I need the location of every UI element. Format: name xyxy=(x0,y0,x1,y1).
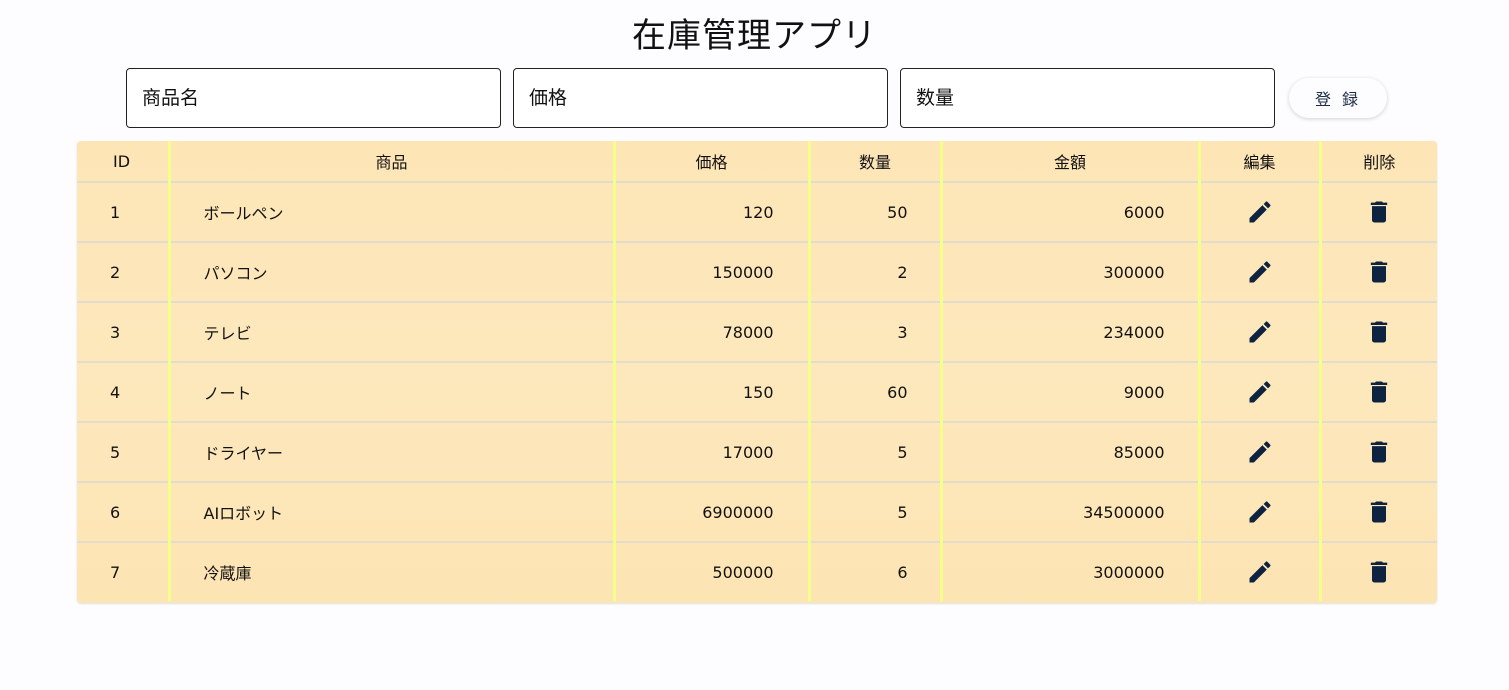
trash-icon[interactable] xyxy=(1365,498,1393,526)
cell-id: 6 xyxy=(77,482,169,543)
cell-id: 3 xyxy=(77,302,169,363)
product-form: 登 録 xyxy=(126,68,1387,128)
table-row: 2 パソコン 150000 2 300000 xyxy=(77,242,1437,303)
cell-edit xyxy=(1197,362,1320,423)
cell-edit xyxy=(1197,182,1320,243)
table-header-row: ID 商品 価格 数量 金額 編集 削除 xyxy=(77,141,1437,183)
trash-icon[interactable] xyxy=(1365,198,1393,226)
cell-name: 冷蔵庫 xyxy=(167,542,614,601)
cell-name: AIロボット xyxy=(167,482,614,543)
cell-delete xyxy=(1318,242,1437,303)
header-id: ID xyxy=(77,141,169,183)
cell-delete xyxy=(1318,542,1437,601)
product-name-input[interactable] xyxy=(126,68,501,128)
cell-name: パソコン xyxy=(167,242,614,303)
cell-amount: 85000 xyxy=(939,422,1199,483)
pencil-icon[interactable] xyxy=(1246,438,1274,466)
table-row: 4 ノート 150 60 9000 xyxy=(77,362,1437,423)
trash-icon[interactable] xyxy=(1365,558,1393,586)
cell-edit xyxy=(1197,302,1320,363)
cell-quantity: 3 xyxy=(807,302,941,363)
cell-edit xyxy=(1197,482,1320,543)
trash-icon[interactable] xyxy=(1365,438,1393,466)
cell-delete xyxy=(1318,482,1437,543)
trash-icon[interactable] xyxy=(1365,318,1393,346)
cell-name: ドライヤー xyxy=(167,422,614,483)
table-row: 6 AIロボット 6900000 5 34500000 xyxy=(77,482,1437,543)
table-row: 5 ドライヤー 17000 5 85000 xyxy=(77,422,1437,483)
cell-price: 6900000 xyxy=(612,482,809,543)
cell-name: ボールペン xyxy=(167,182,614,243)
table-row: 1 ボールペン 120 50 6000 xyxy=(77,182,1437,243)
cell-price: 500000 xyxy=(612,542,809,601)
cell-price: 120 xyxy=(612,182,809,243)
inventory-table: ID 商品 価格 数量 金額 編集 削除 1 ボールペン 120 50 6000 xyxy=(77,141,1437,601)
price-input[interactable] xyxy=(513,68,888,128)
cell-id: 1 xyxy=(77,182,169,243)
cell-price: 78000 xyxy=(612,302,809,363)
quantity-input[interactable] xyxy=(900,68,1275,128)
cell-delete xyxy=(1318,302,1437,363)
cell-name: テレビ xyxy=(167,302,614,363)
cell-amount: 3000000 xyxy=(939,542,1199,601)
header-price: 価格 xyxy=(612,141,809,183)
page-title: 在庫管理アプリ xyxy=(632,16,877,56)
cell-amount: 34500000 xyxy=(939,482,1199,543)
cell-amount: 234000 xyxy=(939,302,1199,363)
cell-delete xyxy=(1318,422,1437,483)
cell-edit xyxy=(1197,542,1320,601)
cell-name: ノート xyxy=(167,362,614,423)
inventory-table-container: ID 商品 価格 数量 金額 編集 削除 1 ボールペン 120 50 6000 xyxy=(77,141,1437,603)
trash-icon[interactable] xyxy=(1365,378,1393,406)
cell-quantity: 2 xyxy=(807,242,941,303)
pencil-icon[interactable] xyxy=(1246,378,1274,406)
pencil-icon[interactable] xyxy=(1246,198,1274,226)
pencil-icon[interactable] xyxy=(1246,498,1274,526)
cell-quantity: 5 xyxy=(807,482,941,543)
cell-quantity: 50 xyxy=(807,182,941,243)
header-delete: 削除 xyxy=(1318,141,1437,183)
table-row: 7 冷蔵庫 500000 6 3000000 xyxy=(77,542,1437,601)
cell-id: 7 xyxy=(110,562,121,582)
cell-price: 17000 xyxy=(612,422,809,483)
cell-quantity: 6 xyxy=(807,542,941,601)
cell-amount: 9000 xyxy=(939,362,1199,423)
table-body: 1 ボールペン 120 50 6000 2 パソコン 150000 2 3000… xyxy=(77,182,1437,601)
cell-edit xyxy=(1197,422,1320,483)
cell-quantity: 5 xyxy=(807,422,941,483)
cell-price: 150000 xyxy=(612,242,809,303)
cell-amount: 300000 xyxy=(939,242,1199,303)
cell-quantity: 60 xyxy=(807,362,941,423)
header-amount: 金額 xyxy=(939,141,1199,183)
cell-delete xyxy=(1318,182,1437,243)
table-row: 3 テレビ 78000 3 234000 xyxy=(77,302,1437,363)
header-name: 商品 xyxy=(167,141,614,183)
register-button[interactable]: 登 録 xyxy=(1289,78,1387,118)
cell-id: 4 xyxy=(77,362,169,423)
pencil-icon[interactable] xyxy=(1246,318,1274,346)
cell-id: 5 xyxy=(77,422,169,483)
pencil-icon[interactable] xyxy=(1246,258,1274,286)
header-edit: 編集 xyxy=(1197,141,1320,183)
cell-delete xyxy=(1318,362,1437,423)
cell-edit xyxy=(1197,242,1320,303)
cell-amount: 6000 xyxy=(939,182,1199,243)
header-quantity: 数量 xyxy=(807,141,941,183)
pencil-icon[interactable] xyxy=(1246,558,1274,586)
cell-price: 150 xyxy=(612,362,809,423)
trash-icon[interactable] xyxy=(1365,258,1393,286)
cell-id: 2 xyxy=(77,242,169,303)
